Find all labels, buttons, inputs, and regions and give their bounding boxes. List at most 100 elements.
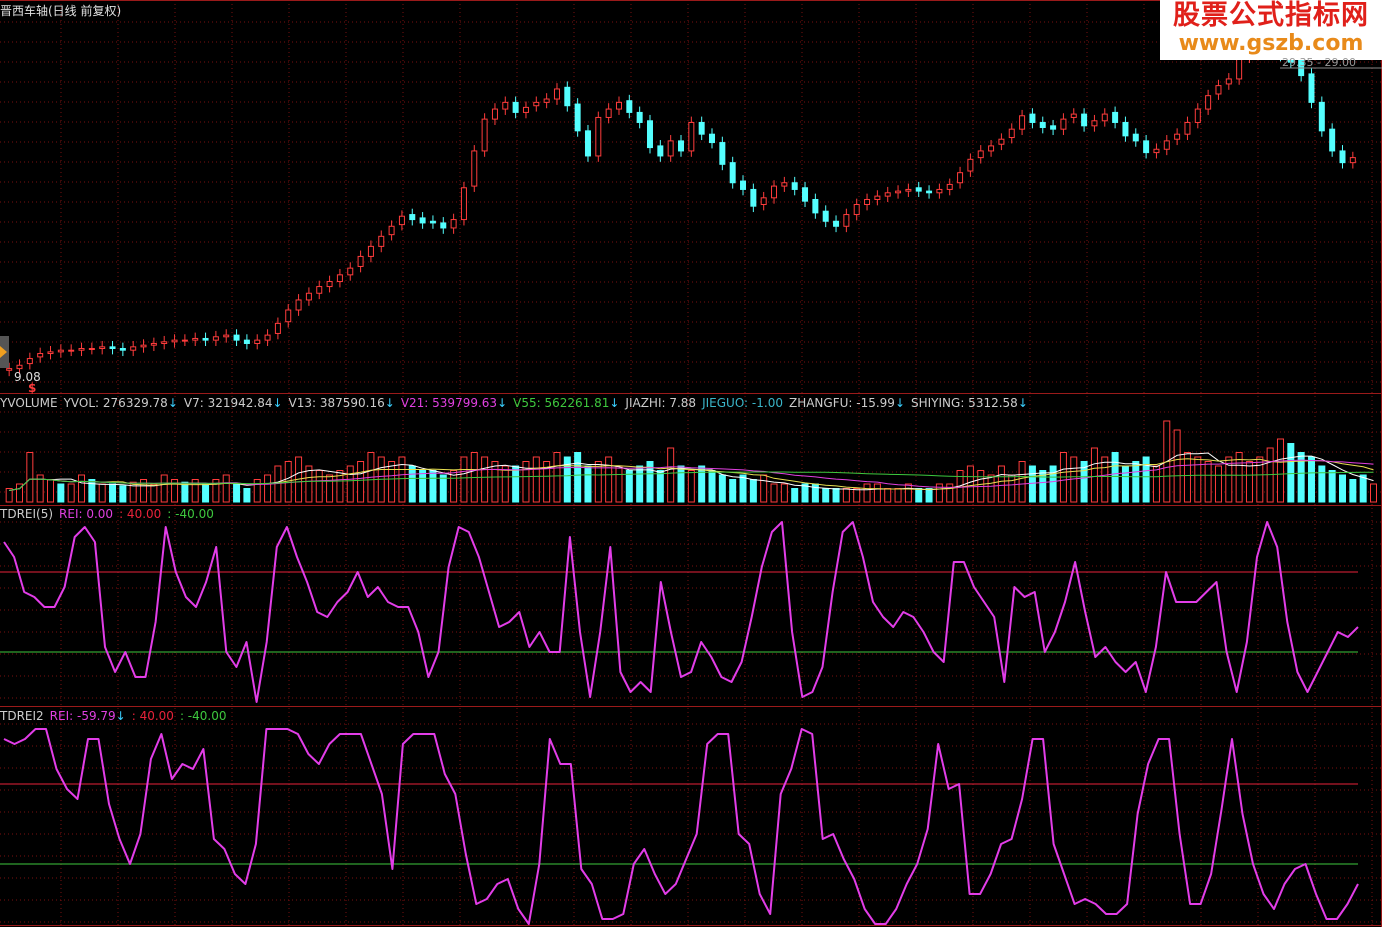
- volume-header-item-2: V7: 321942.84: [183, 396, 273, 410]
- candle-body: [150, 342, 157, 346]
- candle-body: [274, 322, 281, 334]
- candle-body: [254, 339, 261, 344]
- volume-bar: [863, 483, 871, 503]
- candle-body: [68, 349, 75, 352]
- candle-body: [750, 188, 757, 207]
- candle-body: [336, 274, 343, 283]
- candle-body: [88, 348, 95, 351]
- candle-body: [57, 349, 64, 353]
- volume-bar: [1142, 456, 1150, 503]
- candle-body: [709, 133, 716, 144]
- chart-canvas[interactable]: [0, 0, 1382, 927]
- candle-body: [16, 364, 23, 370]
- volume-bar: [1152, 465, 1160, 503]
- volume-header-item-9: SHIYING: 5312.58: [911, 396, 1018, 410]
- volume-bar: [946, 483, 954, 503]
- volume-bar: [1307, 456, 1315, 503]
- candle-body: [99, 346, 106, 350]
- candle-body: [564, 86, 571, 107]
- candle-body: [946, 183, 953, 190]
- volume-bar: [47, 479, 55, 503]
- volume-header-item-8: ZHANGFU: -15.99: [788, 396, 895, 410]
- candle-body: [636, 111, 643, 123]
- volume-bar: [729, 479, 737, 503]
- candle-body: [491, 108, 498, 120]
- volume-bar: [780, 483, 788, 503]
- candle-body: [988, 145, 995, 152]
- volume-bar: [481, 456, 489, 503]
- candle-body: [936, 188, 943, 194]
- candle-body: [719, 142, 726, 165]
- candle-body: [791, 182, 798, 190]
- volume-bar: [388, 461, 396, 503]
- volume-bar: [222, 474, 230, 503]
- volume-bar: [698, 465, 706, 503]
- candle-body: [140, 344, 147, 348]
- stock-chart-window[interactable]: 晋西车轴(日线 前复权) 股票公式指标网 www.gszb.com 29.35 …: [0, 0, 1382, 927]
- candle-body: [109, 346, 116, 350]
- candle-body: [615, 101, 622, 110]
- volume-header-item-4: V21: 539799.63: [400, 396, 498, 410]
- candle-body: [781, 182, 788, 187]
- candle-body: [6, 368, 13, 371]
- volume-header-item-7: JIEGUO: -1.00: [702, 396, 783, 410]
- candle-body: [1112, 111, 1119, 123]
- candle-body: [1318, 101, 1325, 132]
- candle-body: [119, 348, 126, 351]
- candle-body: [1339, 150, 1346, 164]
- candle-body: [533, 101, 540, 107]
- tdrei2-header-item-0: TDREI2: [0, 709, 44, 723]
- candle-body: [181, 339, 188, 342]
- candle-body: [512, 101, 519, 113]
- tdrei2-indicator-header: TDREI2 REI: -59.79↓: 40.00: -40.00: [0, 709, 233, 723]
- candle-body: [688, 121, 695, 152]
- tdrei2-header-item-3: : -40.00: [179, 709, 227, 723]
- candle-body: [264, 334, 271, 341]
- volume-bar: [1121, 465, 1129, 503]
- candle-body: [440, 222, 447, 229]
- candle-body: [171, 339, 178, 343]
- candle-body: [543, 98, 550, 103]
- volume-bar: [264, 474, 272, 503]
- tdrei2-header-item-1: REI: -59.79: [49, 709, 116, 723]
- tdrei-header-item-3: : -40.00: [167, 507, 214, 521]
- candle-body: [212, 336, 219, 341]
- volume-bar: [398, 456, 406, 503]
- volume-bar: [88, 479, 96, 503]
- candle-body: [1060, 118, 1067, 130]
- volume-bar: [491, 461, 499, 503]
- volume-bar: [326, 474, 334, 503]
- volume-bar: [181, 481, 189, 503]
- tdrei5-indicator-header: TDREI(5) REI: 0.00: 40.00: -40.00: [0, 507, 220, 521]
- candle-body: [1215, 85, 1222, 95]
- volume-bar: [429, 470, 437, 503]
- candle-body: [553, 88, 560, 100]
- volume-bar: [997, 465, 1005, 503]
- candle-body: [130, 346, 137, 351]
- volume-header-item-6: JIAZHI: 7.88: [625, 396, 697, 410]
- volume-bar: [904, 483, 912, 503]
- candle-body: [1101, 113, 1108, 122]
- volume-bar: [966, 465, 974, 503]
- candle-body: [874, 195, 881, 200]
- volume-bar: [1194, 456, 1202, 503]
- volume-bar: [687, 470, 695, 503]
- volume-bar: [677, 465, 685, 503]
- candle-body: [822, 210, 829, 222]
- volume-bar: [1328, 470, 1336, 503]
- volume-bar: [1256, 456, 1264, 503]
- volume-bar: [884, 488, 892, 503]
- volume-bar: [553, 452, 561, 503]
- candle-body: [1194, 108, 1201, 123]
- down-arrow-icon: ↓: [272, 396, 283, 410]
- candle-body: [1184, 121, 1191, 135]
- volume-bar: [739, 474, 747, 503]
- volume-header-item-3: V13: 387590.16: [288, 396, 385, 410]
- volume-header-item-5: V55: 562261.81: [513, 396, 610, 410]
- candle-body: [1081, 113, 1088, 127]
- candle-body: [1174, 133, 1181, 140]
- candle-body: [450, 219, 457, 229]
- volume-bar: [1318, 465, 1326, 503]
- volume-bar: [460, 456, 468, 503]
- volume-bar: [439, 474, 447, 503]
